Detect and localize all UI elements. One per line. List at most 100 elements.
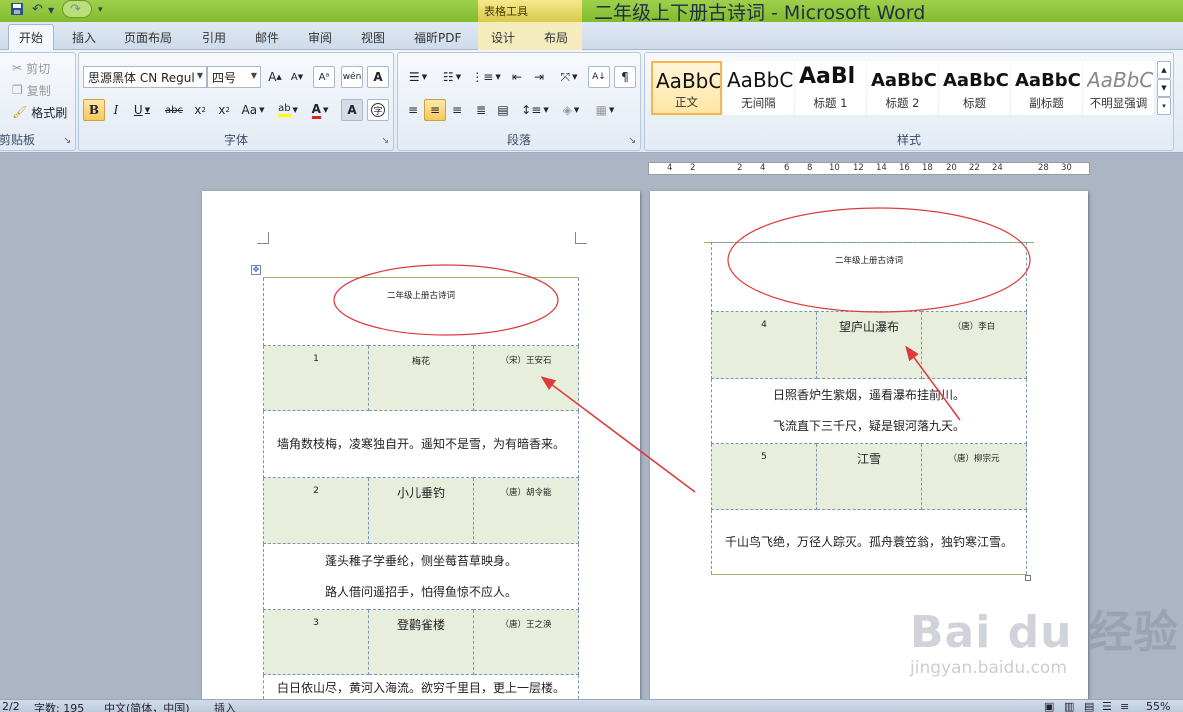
cut-button[interactable]: ✂ 剪切: [11, 57, 75, 79]
table-row[interactable]: 3 登鹳雀楼 （唐）王之涣: [263, 609, 580, 675]
font-launcher-icon[interactable]: ↘: [381, 136, 389, 146]
tab-view[interactable]: 视图: [361, 29, 385, 46]
align-center-button[interactable]: ≡: [424, 99, 446, 121]
table-header-cell[interactable]: 二年级上册古诗词: [710, 242, 1028, 312]
change-case-button[interactable]: Aa ▼: [237, 99, 269, 121]
table-move-handle-icon[interactable]: ✥: [251, 265, 261, 275]
print-layout-view-icon[interactable]: ▣: [1044, 700, 1054, 712]
poem-number-cell[interactable]: 2: [263, 477, 369, 544]
table-row[interactable]: 1 梅花 （宋）王安石: [263, 345, 580, 411]
distributed-button[interactable]: ▤: [492, 99, 514, 121]
underline-button[interactable]: U ▼: [127, 99, 157, 121]
save-icon[interactable]: [10, 2, 24, 20]
decrease-indent-button[interactable]: ⇤: [506, 66, 528, 88]
font-family-select[interactable]: 思源黑体 CN Regul ▼: [83, 66, 207, 88]
copy-button[interactable]: ❐ 复制: [11, 79, 75, 101]
word-count[interactable]: 字数: 195: [34, 700, 84, 712]
document-page-1[interactable]: ✥ 二年级上册古诗词 1 梅花 （宋）王安石 墙角数枝梅，凌寒独自开。遥知不是雪…: [202, 191, 640, 712]
style-heading-2[interactable]: AaBbC 标题 2: [867, 61, 938, 115]
insert-mode-indicator[interactable]: 插入: [214, 700, 236, 712]
language-indicator[interactable]: 中文(简体，中国): [104, 700, 190, 712]
table-row[interactable]: 2 小儿垂钓 （唐）胡令能: [263, 477, 580, 544]
font-size-select[interactable]: 四号 ▼: [207, 66, 261, 88]
align-left-button[interactable]: ≡: [402, 99, 424, 121]
tab-references[interactable]: 引用: [202, 29, 226, 46]
tab-table-design[interactable]: 设计: [491, 29, 515, 46]
font-color-button[interactable]: A ▼: [305, 99, 335, 121]
poem-text-cell[interactable]: 日照香炉生紫烟，遥看瀑布挂前川。 飞流直下三千尺，疑是银河落九天。: [710, 378, 1028, 444]
multilevel-list-button[interactable]: ⋮≡ ▼: [470, 66, 502, 88]
poem-author-cell[interactable]: （唐）胡令能: [472, 477, 580, 544]
poem-author-cell[interactable]: （宋）王安石: [472, 345, 580, 411]
table-row[interactable]: 4 望庐山瀑布 （唐）李白: [711, 311, 1028, 379]
poem-title-cell[interactable]: 梅花: [368, 345, 474, 411]
borders-button[interactable]: ▦ ▼: [590, 99, 620, 121]
numbering-button[interactable]: ☷ ▼: [436, 66, 468, 88]
page-indicator[interactable]: 2/2: [2, 700, 20, 712]
styles-scroll-up-button[interactable]: ▲: [1157, 61, 1171, 79]
chinese-layout-button[interactable]: ⤧ ▼: [554, 66, 584, 88]
poem-number-cell[interactable]: 3: [263, 609, 369, 675]
style-title[interactable]: AaBbC 标题: [939, 61, 1010, 115]
table-row[interactable]: 蓬头稚子学垂纶，侧坐莓苔草映身。 路人借问遥招手，怕得鱼惊不应人。: [262, 543, 580, 610]
poem-table-page-2[interactable]: 二年级上册古诗词 4 望庐山瀑布 （唐）李白 日照香炉生紫烟，遥看瀑布挂前川。 …: [710, 242, 1028, 575]
tab-insert[interactable]: 插入: [72, 29, 96, 46]
show-formatting-button[interactable]: ¶: [614, 66, 636, 88]
style-heading-1[interactable]: AaBl 标题 1: [795, 61, 866, 115]
poem-table-page-1[interactable]: 二年级上册古诗词 1 梅花 （宋）王安石 墙角数枝梅，凌寒独自开。遥知不是雪，为…: [262, 277, 580, 712]
poem-title-cell[interactable]: 小儿垂钓: [368, 477, 474, 544]
style-no-spacing[interactable]: AaBbC 无间隔: [723, 61, 794, 115]
tab-home[interactable]: 开始: [8, 24, 55, 51]
table-row[interactable]: 5 江雪 （唐）柳宗元: [711, 443, 1028, 510]
style-normal[interactable]: AaBbC 正文: [651, 61, 722, 115]
tab-review[interactable]: 审阅: [308, 29, 332, 46]
tab-foxit-pdf[interactable]: 福昕PDF: [414, 29, 461, 46]
tab-page-layout[interactable]: 页面布局: [124, 29, 172, 46]
poem-title-cell[interactable]: 望庐山瀑布: [816, 311, 922, 379]
poem-author-cell[interactable]: （唐）李白: [920, 311, 1028, 379]
tab-mailings[interactable]: 邮件: [255, 29, 279, 46]
align-right-button[interactable]: ≡: [446, 99, 468, 121]
increase-indent-button[interactable]: ⇥: [528, 66, 550, 88]
table-header-cell[interactable]: 二年级上册古诗词: [262, 277, 580, 346]
line-spacing-button[interactable]: ↕≡ ▼: [520, 99, 550, 121]
reading-view-icon[interactable]: ▥: [1064, 700, 1074, 712]
shrink-font-button[interactable]: A ▼: [287, 66, 307, 88]
poem-number-cell[interactable]: 1: [263, 345, 369, 411]
clipboard-launcher-icon[interactable]: ↘: [63, 136, 71, 146]
character-border-button[interactable]: A: [367, 66, 389, 88]
styles-more-button[interactable]: ▾: [1157, 97, 1171, 115]
poem-number-cell[interactable]: 4: [711, 311, 817, 379]
table-row[interactable]: 日照香炉生紫烟，遥看瀑布挂前川。 飞流直下三千尺，疑是银河落九天。: [710, 378, 1028, 444]
style-subtle-emphasis[interactable]: AaBbC 不明显强调: [1083, 61, 1154, 115]
strikethrough-button[interactable]: abc: [161, 99, 187, 121]
table-row[interactable]: 墙角数枝梅，凌寒独自开。遥知不是雪，为有暗香来。: [262, 410, 580, 478]
customize-toolbar-icon[interactable]: ▾: [98, 5, 103, 23]
poem-title-cell[interactable]: 登鹳雀楼: [368, 609, 474, 675]
paragraph-launcher-icon[interactable]: ↘: [628, 136, 636, 146]
undo-icon[interactable]: ↶: [32, 2, 43, 20]
superscript-button[interactable]: x2: [213, 99, 235, 121]
highlight-button[interactable]: ab ▼: [273, 99, 303, 121]
web-view-icon[interactable]: ▤: [1084, 700, 1094, 712]
bold-button[interactable]: B: [83, 99, 105, 121]
redo-icon[interactable]: ↷: [70, 2, 81, 20]
draft-view-icon[interactable]: ≡: [1120, 700, 1129, 712]
enclose-characters-button[interactable]: 字: [367, 99, 389, 121]
style-subtitle[interactable]: AaBbC 副标题: [1011, 61, 1082, 115]
table-row[interactable]: 千山鸟飞绝，万径人踪灭。孤舟蓑笠翁，独钓寒江雪。: [710, 509, 1028, 575]
clear-format-button[interactable]: Aᵃ: [313, 66, 335, 88]
poem-author-cell[interactable]: （唐）柳宗元: [920, 443, 1028, 510]
zoom-level[interactable]: 55%: [1146, 700, 1170, 712]
poem-text-cell[interactable]: 千山鸟飞绝，万径人踪灭。孤舟蓑笠翁，独钓寒江雪。: [710, 509, 1028, 575]
grow-font-button[interactable]: A ▲: [265, 66, 285, 88]
poem-title-cell[interactable]: 江雪: [816, 443, 922, 510]
tab-table-layout[interactable]: 布局: [544, 29, 568, 46]
subscript-button[interactable]: x2: [189, 99, 211, 121]
outline-view-icon[interactable]: ☰: [1102, 700, 1112, 712]
phonetic-guide-button[interactable]: wén: [341, 66, 363, 88]
bullets-button[interactable]: ☰ ▼: [402, 66, 434, 88]
table-resize-handle[interactable]: [1025, 575, 1031, 581]
character-shading-button[interactable]: A: [341, 99, 363, 121]
sort-button[interactable]: A↓: [588, 66, 610, 88]
